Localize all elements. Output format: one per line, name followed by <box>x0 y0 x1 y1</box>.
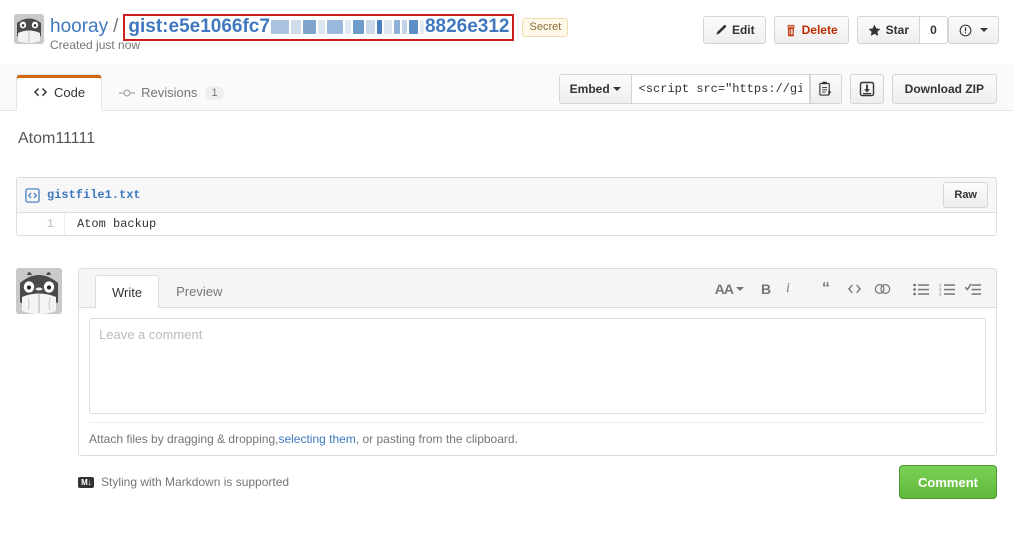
gist-id[interactable]: gist: e5e1066fc7 8826e312 <box>128 15 510 37</box>
redacted-block <box>317 19 325 34</box>
comment-footer: M ↓ Styling with Markdown is supported Co… <box>78 458 997 506</box>
trash-icon <box>785 24 797 37</box>
redacted-block <box>352 19 364 34</box>
code-line-row: 1 Atom backup <box>17 213 996 235</box>
italic-icon[interactable]: i <box>777 278 799 300</box>
comment-input[interactable] <box>89 318 986 414</box>
comment-tab-list: Write Preview AA B i “ 1 2 3 <box>79 269 996 308</box>
bold-icon[interactable]: B <box>755 278 777 300</box>
tab-code[interactable]: Code <box>16 74 103 111</box>
tab-preview[interactable]: Preview <box>159 275 239 307</box>
code-icon[interactable] <box>843 278 865 300</box>
tab-revisions[interactable]: Revisions 1 <box>102 74 240 111</box>
delete-button-label: Delete <box>801 23 838 37</box>
redacted-block <box>383 19 392 34</box>
star-count: 0 <box>920 16 948 44</box>
file-header: gistfile1.txt Raw <box>17 178 996 213</box>
svg-text:3: 3 <box>939 291 942 295</box>
tab-code-label: Code <box>54 85 86 100</box>
header-actions: Edit Delete Star 0 <box>702 16 999 44</box>
file-code-icon <box>25 187 40 203</box>
markdown-icon-letter: M <box>81 477 88 487</box>
redacted-block <box>376 19 382 34</box>
report-abuse-button[interactable] <box>948 16 999 44</box>
download-file-button[interactable] <box>849 74 884 104</box>
quote-icon[interactable]: “ <box>815 278 837 300</box>
line-number[interactable]: 1 <box>17 213 65 235</box>
chevron-down-icon <box>980 28 988 32</box>
comment-body: Attach files by dragging & dropping, sel… <box>79 308 996 455</box>
ordered-list-icon[interactable]: 1 2 3 <box>936 278 958 300</box>
redacted-block <box>365 19 375 34</box>
link-icon[interactable] <box>871 278 894 300</box>
task-list-icon[interactable] <box>962 278 984 300</box>
title-separator: / <box>113 16 119 37</box>
gist-id-visible-end: 8826e312 <box>424 15 510 37</box>
raw-button[interactable]: Raw <box>943 182 988 208</box>
gist-id-visible-start: e5e1066fc7 <box>168 15 270 37</box>
edit-button[interactable]: Edit <box>702 16 766 44</box>
redacted-block <box>419 19 424 34</box>
line-content: Atom backup <box>77 217 157 231</box>
star-button-label: Star <box>885 23 909 37</box>
tab-write[interactable]: Write <box>95 275 160 308</box>
tab-list: Code Revisions 1 <box>16 74 241 111</box>
embed-url-input[interactable] <box>631 74 810 104</box>
delete-button[interactable]: Delete <box>773 16 849 44</box>
attachment-hint: Attach files by dragging & dropping, sel… <box>89 422 986 455</box>
avatar-large[interactable] <box>16 268 62 314</box>
redacted-block <box>326 19 343 34</box>
attachment-hint-before: Attach files by dragging & dropping, <box>89 432 279 446</box>
file-name-link[interactable]: gistfile1.txt <box>47 188 141 202</box>
redacted-block <box>290 19 301 34</box>
markdown-icon: M ↓ <box>78 476 94 488</box>
gist-id-prefix: gist: <box>128 15 169 37</box>
tab-revisions-label: Revisions <box>141 85 198 100</box>
comment-submit-button[interactable]: Comment <box>899 465 997 499</box>
redacted-block <box>302 19 316 34</box>
alert-circle-icon <box>959 24 972 37</box>
gist-description: Atom11111 <box>18 130 96 147</box>
git-commit-icon <box>119 87 136 99</box>
text-size-icon[interactable]: AA <box>712 278 747 300</box>
gist-id-highlight-box: gist: e5e1066fc7 8826e312 <box>123 13 515 41</box>
download-zip-button[interactable]: Download ZIP <box>891 74 997 104</box>
secret-badge: Secret <box>522 17 569 37</box>
markdown-supported-note[interactable]: M ↓ Styling with Markdown is supported <box>78 475 289 489</box>
redacted-block <box>344 19 351 34</box>
created-timestamp: Created just now <box>50 38 141 52</box>
revisions-count-badge: 1 <box>205 85 224 100</box>
copy-to-clipboard-button[interactable] <box>809 74 842 104</box>
attachment-hint-after: , or pasting from the clipboard. <box>355 432 518 446</box>
star-button[interactable]: Star <box>856 16 920 44</box>
markdown-supported-label: Styling with Markdown is supported <box>101 475 290 489</box>
download-icon <box>859 81 875 97</box>
unordered-list-icon[interactable] <box>910 278 932 300</box>
pencil-icon <box>714 24 727 37</box>
star-group: Star 0 <box>856 16 948 44</box>
redacted-block <box>408 19 418 34</box>
gist-header: hooray / gist: e5e1066fc7 8826e312 Secret … <box>0 0 1013 64</box>
embed-select[interactable]: Embed <box>558 74 632 104</box>
gist-page: hooray / gist: e5e1066fc7 8826e312 Secret … <box>0 0 1013 536</box>
clipboard-icon <box>818 81 833 97</box>
owner-link[interactable]: hooray <box>50 15 108 39</box>
gist-title-row: hooray / gist: e5e1066fc7 8826e312 Secret <box>50 13 569 41</box>
select-files-link[interactable]: selecting them <box>278 432 355 446</box>
chevron-down-icon <box>612 87 621 91</box>
redacted-block <box>270 19 289 34</box>
edit-button-label: Edit <box>731 23 755 37</box>
markdown-toolbar: AA B i “ 1 2 3 <box>712 278 984 300</box>
avatar-small[interactable] <box>14 14 44 44</box>
file-box: gistfile1.txt Raw 1 Atom backup <box>16 177 997 236</box>
embed-group: Embed <script src="https://gist Download… <box>558 74 997 104</box>
redacted-block <box>393 19 400 34</box>
embed-select-label: Embed <box>569 82 610 96</box>
star-icon <box>868 24 881 37</box>
code-icon <box>33 86 48 99</box>
redacted-block <box>401 19 407 34</box>
comment-box: Write Preview AA B i “ 1 2 3 Leave a com… <box>78 268 997 456</box>
gist-tabbar: Code Revisions 1 Embed <script src="http… <box>0 64 1013 111</box>
